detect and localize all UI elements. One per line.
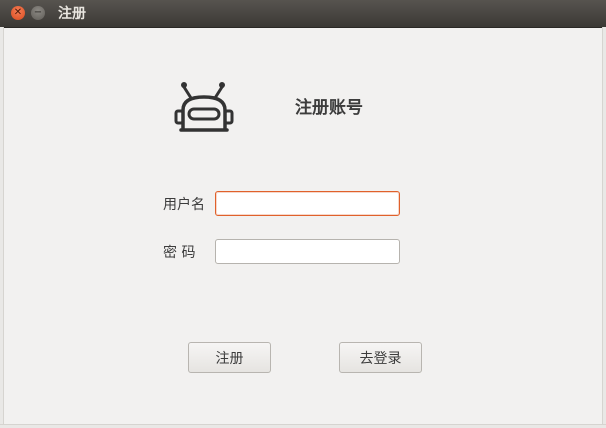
close-icon[interactable]: ✕ [11,6,25,20]
page-title: 注册账号 [295,98,363,118]
window-frame-bottom [0,424,606,428]
register-button[interactable]: 注册 [188,342,271,373]
dialog-body [4,28,602,424]
window-frame-right [602,27,606,428]
minimize-icon[interactable]: − [31,6,45,20]
username-label: 用户名 [163,197,205,213]
window-title: 注册 [58,6,86,22]
password-label: 密 码 [163,245,196,261]
goto-login-button[interactable]: 去登录 [339,342,422,373]
password-input[interactable] [215,239,400,264]
username-input[interactable] [215,191,400,216]
window-titlebar[interactable]: ✕ − 注册 [0,0,606,28]
robot-icon [174,82,234,132]
